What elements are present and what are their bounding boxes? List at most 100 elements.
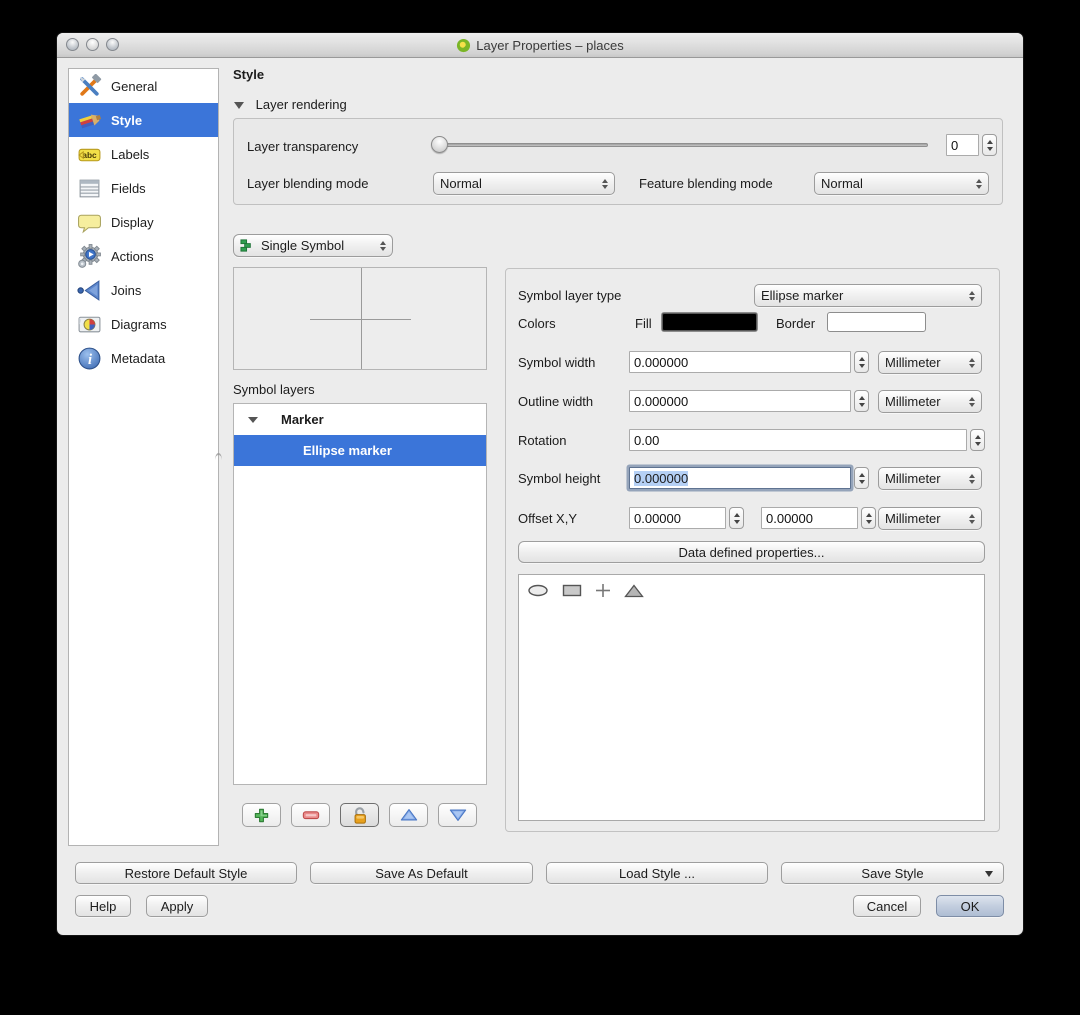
rotation-label: Rotation [518, 433, 566, 448]
select-arrows-icon [969, 358, 975, 368]
paintbrush-icon [77, 108, 102, 133]
unit-value: Millimeter [885, 355, 963, 370]
sidebar-item-display[interactable]: Display [69, 205, 218, 239]
sidebar-item-joins[interactable]: Joins [69, 273, 218, 307]
sidebar-item-general[interactable]: General [69, 69, 218, 103]
layer-blending-label: Layer blending mode [247, 176, 368, 191]
window-title: Layer Properties – places [476, 38, 623, 53]
symbol-layer-toolbar [242, 803, 477, 827]
sidebar-item-labels[interactable]: abc Labels [69, 137, 218, 171]
tools-icon [77, 74, 102, 99]
restore-default-style-button[interactable]: Restore Default Style [75, 862, 297, 884]
select-arrows-icon [969, 397, 975, 407]
symbol-layer-type-select[interactable]: Ellipse marker [754, 284, 982, 307]
load-style-button[interactable]: Load Style ... [546, 862, 768, 884]
border-color-button[interactable] [827, 312, 926, 332]
abc-label-icon: abc [77, 142, 102, 167]
symbol-width-input[interactable] [629, 351, 851, 373]
data-defined-properties-button[interactable]: Data defined properties... [518, 541, 985, 563]
sidebar-item-style[interactable]: Style [69, 103, 218, 137]
add-symbol-layer-button[interactable] [242, 803, 281, 827]
select-arrows-icon [380, 241, 386, 251]
sidebar-item-fields[interactable]: Fields [69, 171, 218, 205]
offset-unit-select[interactable]: Millimeter [878, 507, 982, 530]
plus-icon [253, 807, 270, 824]
titlebar[interactable]: Layer Properties – places [57, 33, 1023, 58]
symbol-layer-type-value: Ellipse marker [761, 288, 963, 303]
open-lock-icon [351, 806, 369, 825]
help-button[interactable]: Help [75, 895, 131, 917]
offset-label: Offset X,Y [518, 511, 577, 526]
close-window-button[interactable] [66, 38, 79, 51]
outline-width-unit-select[interactable]: Millimeter [878, 390, 982, 413]
select-arrows-icon [969, 474, 975, 484]
table-icon [77, 176, 102, 201]
select-arrows-icon [969, 291, 975, 301]
sidebar-item-label: Metadata [111, 351, 165, 366]
shape-triangle-icon[interactable] [624, 584, 644, 598]
move-layer-down-button[interactable] [438, 803, 477, 827]
sidebar-item-label: Fields [111, 181, 146, 196]
layer-rendering-title: Layer rendering [256, 97, 347, 112]
transparency-value-input[interactable] [946, 134, 979, 156]
unit-value: Millimeter [885, 471, 963, 486]
ok-button[interactable]: OK [936, 895, 1004, 917]
offset-y-input[interactable] [761, 507, 858, 529]
cancel-button[interactable]: Cancel [853, 895, 921, 917]
symbol-height-stepper[interactable] [854, 467, 869, 489]
sidebar-item-label: Labels [111, 147, 149, 162]
select-arrows-icon [969, 514, 975, 524]
rotation-stepper[interactable] [970, 429, 985, 451]
symbol-width-unit-select[interactable]: Millimeter [878, 351, 982, 374]
offset-y-stepper[interactable] [861, 507, 876, 529]
pie-chart-icon [77, 312, 102, 337]
svg-text:i: i [88, 352, 92, 368]
sidebar-item-diagrams[interactable]: Diagrams [69, 307, 218, 341]
transparency-slider-thumb[interactable] [431, 136, 448, 153]
zoom-window-button[interactable] [106, 38, 119, 51]
minus-icon [302, 808, 320, 822]
layer-rendering-group: Layer transparency Layer blending mode N… [233, 118, 1003, 205]
layer-blending-value: Normal [440, 176, 596, 191]
feature-blending-select[interactable]: Normal [814, 172, 989, 195]
disclosure-triangle-icon [248, 417, 258, 423]
lock-colors-button[interactable] [340, 803, 379, 827]
layer-blending-select[interactable]: Normal [433, 172, 615, 195]
remove-symbol-layer-button[interactable] [291, 803, 330, 827]
feature-blending-label: Feature blending mode [639, 176, 773, 191]
symbol-height-label: Symbol height [518, 471, 600, 486]
tree-item-marker[interactable]: Marker [234, 404, 486, 435]
layer-transparency-label: Layer transparency [247, 139, 358, 154]
renderer-select[interactable]: Single Symbol [233, 234, 393, 257]
sidebar-item-metadata[interactable]: i Metadata [69, 341, 218, 375]
tree-item-ellipse-marker[interactable]: Ellipse marker [234, 435, 486, 466]
offset-x-input[interactable] [629, 507, 726, 529]
splitter-handle[interactable] [215, 453, 222, 460]
minimize-window-button[interactable] [86, 38, 99, 51]
apply-button[interactable]: Apply [146, 895, 208, 917]
rotation-input[interactable] [629, 429, 967, 451]
symbol-width-stepper[interactable] [854, 351, 869, 373]
shape-ellipse-icon[interactable] [527, 584, 549, 597]
fill-color-button[interactable] [661, 312, 758, 332]
shape-rectangle-icon[interactable] [562, 584, 582, 597]
symbol-layers-label: Symbol layers [233, 382, 315, 397]
shape-cross-icon[interactable] [595, 583, 611, 598]
move-layer-up-button[interactable] [389, 803, 428, 827]
layer-properties-window: Layer Properties – places General [57, 33, 1023, 935]
outline-width-stepper[interactable] [854, 390, 869, 412]
tree-item-label: Ellipse marker [303, 443, 392, 458]
tree-item-label: Marker [281, 412, 324, 427]
unit-value: Millimeter [885, 394, 963, 409]
save-style-button[interactable]: Save Style [781, 862, 1004, 884]
outline-width-input[interactable] [629, 390, 851, 412]
symbol-height-unit-select[interactable]: Millimeter [878, 467, 982, 490]
transparency-stepper[interactable] [982, 134, 997, 156]
symbol-width-label: Symbol width [518, 355, 595, 370]
sidebar-item-actions[interactable]: Actions [69, 239, 218, 273]
symbol-height-input[interactable]: 0.000000 [629, 467, 851, 489]
transparency-slider-track[interactable] [436, 143, 928, 147]
offset-x-stepper[interactable] [729, 507, 744, 529]
layer-rendering-disclosure[interactable]: Layer rendering [234, 97, 347, 112]
save-as-default-button[interactable]: Save As Default [310, 862, 533, 884]
